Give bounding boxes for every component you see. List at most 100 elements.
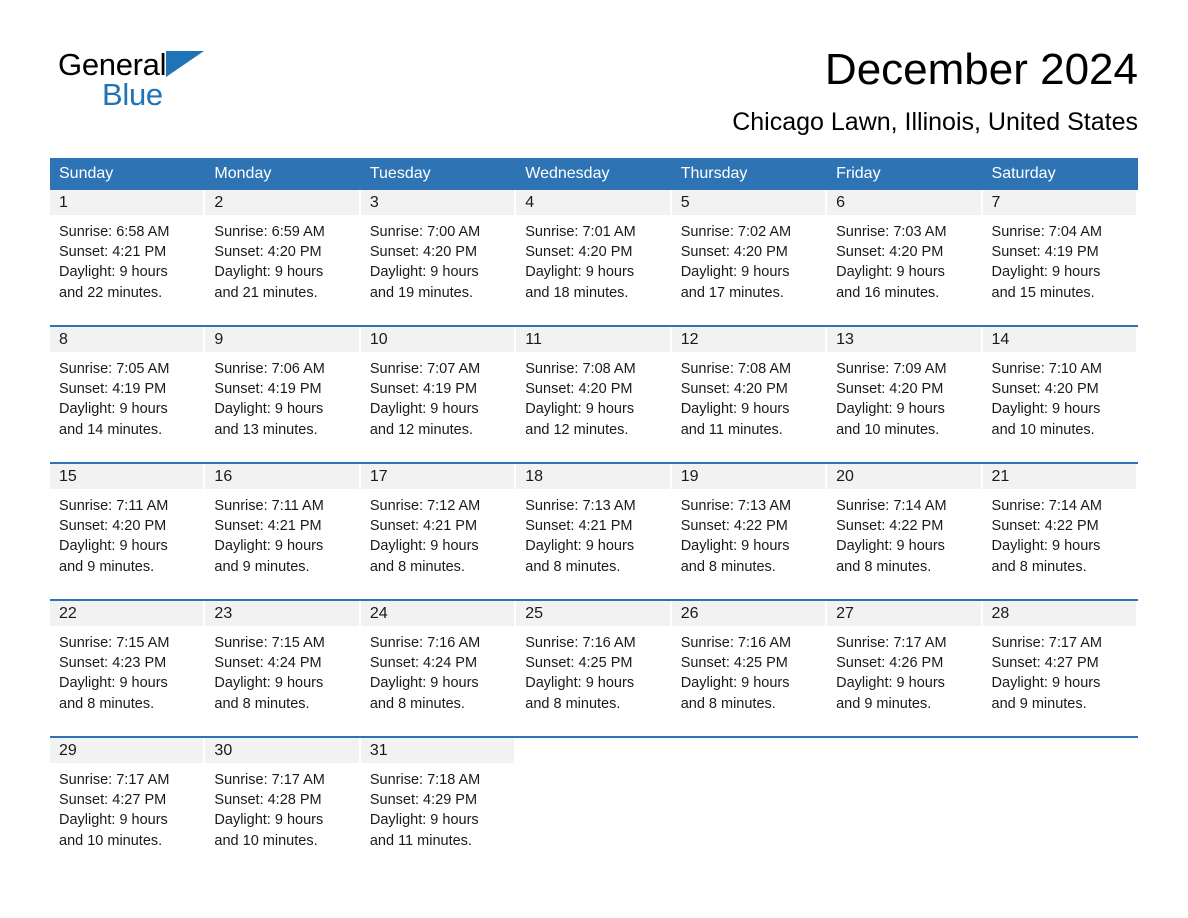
day-sunset-text: Sunset: 4:20 PM xyxy=(836,244,944,261)
day-sunset-text: Sunset: 4:23 PM xyxy=(59,655,167,672)
day-cell-inner: 22 Sunrise: 7:15 AM Sunset: 4:23 PM Dayligh… xyxy=(50,601,204,734)
calendar-day-cell[interactable]: 6 Sunrise: 7:03 AM Sunset: 4:20 PM Daylight… xyxy=(827,190,983,326)
calendar-day-cell[interactable]: 7 Sunrise: 7:04 AM Sunset: 4:19 PM Daylight… xyxy=(982,190,1138,326)
calendar-day-cell[interactable]: 22 Sunrise: 7:15 AM Sunset: 4:23 PM Dayligh… xyxy=(50,599,206,737)
calendar-day-cell[interactable]: 3 Sunrise: 7:00 AM Sunset: 4:20 PM Daylight… xyxy=(360,190,517,326)
calendar-day-cell[interactable]: 9 Sunrise: 7:06 AM Sunset: 4:19 PM Daylight… xyxy=(205,325,361,463)
day-cell-details: Sunrise: 7:00 AM Sunset: 4:20 PM Daylight:… xyxy=(361,215,514,303)
day-daylight-line2-text: and 8 minutes. xyxy=(525,558,621,575)
day-sunrise-text: Sunrise: 7:09 AM xyxy=(836,361,947,377)
day-cell-details xyxy=(516,763,669,770)
day-sunrise-text: Sunrise: 7:01 AM xyxy=(525,224,636,240)
day-cell-details: Sunrise: 6:59 AM Sunset: 4:20 PM Daylight:… xyxy=(205,215,358,303)
day-sunset-text: Sunset: 4:24 PM xyxy=(214,655,322,672)
day-cell-details: Sunrise: 7:15 AM Sunset: 4:24 PM Daylight:… xyxy=(205,626,358,714)
day-number: 19 xyxy=(671,464,826,489)
day-sunrise-text: Sunrise: 7:16 AM xyxy=(680,635,792,651)
day-cell-details: Sunrise: 7:10 AM Sunset: 4:20 PM Daylight:… xyxy=(983,352,1136,440)
day-sunrise-text: Sunrise: 7:15 AM xyxy=(59,635,170,651)
calendar-day-cell xyxy=(827,736,983,873)
day-cell-inner: 8 Sunrise: 7:05 AM Sunset: 4:19 PM Daylight… xyxy=(50,327,204,460)
calendar-day-cell[interactable]: 5 Sunrise: 7:02 AM Sunset: 4:20 PM Daylight… xyxy=(671,190,828,326)
calendar-day-cell[interactable]: 25 Sunrise: 7:16 AM Sunset: 4:25 PM Dayligh… xyxy=(516,599,672,737)
day-daylight-line2-text: and 8 minutes. xyxy=(59,695,155,712)
day-sunset-text: Sunset: 4:20 PM xyxy=(214,244,322,261)
day-sunset-text: Sunset: 4:20 PM xyxy=(680,381,788,398)
day-cell-inner: 4 Sunrise: 7:01 AM Sunset: 4:20 PM Daylight… xyxy=(516,190,670,323)
day-number: 6 xyxy=(827,190,981,215)
day-sunrise-text: Sunrise: 7:03 AM xyxy=(836,224,947,240)
calendar-day-cell[interactable]: 20 Sunrise: 7:14 AM Sunset: 4:22 PM Dayligh… xyxy=(827,462,983,600)
calendar-day-cell[interactable]: 30 Sunrise: 7:17 AM Sunset: 4:28 PM Dayligh… xyxy=(205,736,361,873)
calendar-table: Sunday Monday Tuesday Wednesday Thursday… xyxy=(50,158,1138,873)
day-daylight-line1-text: Daylight: 9 hours xyxy=(214,401,324,418)
calendar-day-cell[interactable]: 31 Sunrise: 7:18 AM Sunset: 4:29 PM Dayligh… xyxy=(360,736,517,873)
day-sunrise-text: Sunrise: 7:08 AM xyxy=(525,361,636,377)
calendar-day-cell[interactable]: 15 Sunrise: 7:11 AM Sunset: 4:20 PM Dayligh… xyxy=(50,462,206,600)
calendar-day-cell[interactable]: 29 Sunrise: 7:17 AM Sunset: 4:27 PM Dayligh… xyxy=(50,736,206,873)
calendar-day-cell[interactable]: 23 Sunrise: 7:15 AM Sunset: 4:24 PM Dayligh… xyxy=(205,599,361,737)
calendar-day-cell[interactable]: 8 Sunrise: 7:05 AM Sunset: 4:19 PM Daylight… xyxy=(50,325,206,463)
day-daylight-line1-text: Daylight: 9 hours xyxy=(214,812,324,829)
day-number: 22 xyxy=(50,601,204,626)
day-number: 8 xyxy=(50,327,204,352)
calendar-day-cell[interactable]: 24 Sunrise: 7:16 AM Sunset: 4:24 PM Dayligh… xyxy=(360,599,517,737)
day-cell-inner: 13 Sunrise: 7:09 AM Sunset: 4:20 PM Dayligh… xyxy=(827,327,981,460)
day-number: 9 xyxy=(205,327,359,352)
day-daylight-line2-text: and 8 minutes. xyxy=(369,558,465,575)
day-sunset-text: Sunset: 4:19 PM xyxy=(991,244,1099,261)
calendar-body: 1 Sunrise: 6:58 AM Sunset: 4:21 PM Daylight… xyxy=(50,190,1138,873)
day-daylight-line1-text: Daylight: 9 hours xyxy=(59,812,168,829)
calendar-page: General Blue December 2024 Chicago Lawn,… xyxy=(0,0,1188,918)
day-cell-details: Sunrise: 7:06 AM Sunset: 4:19 PM Daylight:… xyxy=(205,352,358,440)
general-blue-logo: General Blue xyxy=(58,48,318,118)
day-daylight-line2-text: and 12 minutes. xyxy=(369,421,474,438)
day-daylight-line1-text: Daylight: 9 hours xyxy=(836,401,945,418)
day-daylight-line1-text: Daylight: 9 hours xyxy=(59,538,168,555)
calendar-day-cell[interactable]: 18 Sunrise: 7:13 AM Sunset: 4:21 PM Dayligh… xyxy=(516,462,672,600)
calendar-day-cell[interactable]: 17 Sunrise: 7:12 AM Sunset: 4:21 PM Dayligh… xyxy=(360,462,517,600)
day-cell-inner: 28 Sunrise: 7:17 AM Sunset: 4:27 PM Dayligh… xyxy=(982,601,1136,734)
day-sunrise-text: Sunrise: 6:59 AM xyxy=(214,224,325,240)
calendar-day-cell[interactable]: 11 Sunrise: 7:08 AM Sunset: 4:20 PM Dayligh… xyxy=(516,325,672,463)
day-sunset-text: Sunset: 4:25 PM xyxy=(525,655,633,672)
day-cell-inner: 23 Sunrise: 7:15 AM Sunset: 4:24 PM Dayligh… xyxy=(205,601,359,734)
day-cell-details: Sunrise: 7:01 AM Sunset: 4:20 PM Daylight:… xyxy=(516,215,669,303)
calendar-day-cell[interactable]: 4 Sunrise: 7:01 AM Sunset: 4:20 PM Daylight… xyxy=(516,190,672,326)
day-number: 14 xyxy=(982,327,1136,352)
day-daylight-line2-text: and 10 minutes. xyxy=(991,421,1095,438)
calendar-day-cell[interactable]: 2 Sunrise: 6:59 AM Sunset: 4:20 PM Daylight… xyxy=(205,190,361,326)
calendar-day-cell[interactable]: 16 Sunrise: 7:11 AM Sunset: 4:21 PM Dayligh… xyxy=(205,462,361,600)
day-cell-inner: 10 Sunrise: 7:07 AM Sunset: 4:19 PM Dayligh… xyxy=(360,327,515,460)
calendar-week-row: 29 Sunrise: 7:17 AM Sunset: 4:27 PM Dayligh… xyxy=(50,736,1138,873)
calendar-day-cell[interactable]: 21 Sunrise: 7:14 AM Sunset: 4:22 PM Dayligh… xyxy=(982,462,1138,600)
page-header: General Blue December 2024 Chicago Lawn,… xyxy=(0,0,1188,136)
day-number: 2 xyxy=(205,190,359,215)
day-sunset-text: Sunset: 4:28 PM xyxy=(214,792,322,809)
logo-line-2: Blue xyxy=(102,78,318,112)
day-cell-details: Sunrise: 7:02 AM Sunset: 4:20 PM Daylight:… xyxy=(672,215,825,303)
day-number: 29 xyxy=(50,738,204,763)
calendar-day-cell[interactable]: 10 Sunrise: 7:07 AM Sunset: 4:19 PM Dayligh… xyxy=(360,325,517,463)
calendar-day-cell[interactable]: 26 Sunrise: 7:16 AM Sunset: 4:25 PM Dayligh… xyxy=(671,599,828,737)
calendar-day-cell[interactable]: 19 Sunrise: 7:13 AM Sunset: 4:22 PM Dayligh… xyxy=(671,462,828,600)
day-number: 23 xyxy=(205,601,359,626)
calendar-day-cell[interactable]: 14 Sunrise: 7:10 AM Sunset: 4:20 PM Dayligh… xyxy=(982,325,1138,463)
day-daylight-line2-text: and 16 minutes. xyxy=(836,284,940,301)
calendar-day-cell[interactable]: 13 Sunrise: 7:09 AM Sunset: 4:20 PM Dayligh… xyxy=(827,325,983,463)
day-cell-details: Sunrise: 6:58 AM Sunset: 4:21 PM Daylight:… xyxy=(50,215,203,303)
day-sunset-text: Sunset: 4:27 PM xyxy=(59,792,167,809)
calendar-day-cell[interactable]: 1 Sunrise: 6:58 AM Sunset: 4:21 PM Daylight… xyxy=(50,190,206,326)
day-daylight-line2-text: and 18 minutes. xyxy=(525,284,629,301)
calendar-day-cell[interactable]: 27 Sunrise: 7:17 AM Sunset: 4:26 PM Dayligh… xyxy=(827,599,983,737)
calendar-day-cell[interactable]: 28 Sunrise: 7:17 AM Sunset: 4:27 PM Dayligh… xyxy=(982,599,1138,737)
day-daylight-line1-text: Daylight: 9 hours xyxy=(59,264,168,281)
day-cell-inner: 25 Sunrise: 7:16 AM Sunset: 4:25 PM Dayligh… xyxy=(516,601,670,734)
day-cell-inner: 3 Sunrise: 7:00 AM Sunset: 4:20 PM Daylight… xyxy=(360,190,515,323)
day-sunrise-text: Sunrise: 7:14 AM xyxy=(991,498,1102,514)
day-sunset-text: Sunset: 4:20 PM xyxy=(59,518,167,535)
weekday-header-wednesday: Wednesday xyxy=(516,158,672,190)
day-cell-inner: 9 Sunrise: 7:06 AM Sunset: 4:19 PM Daylight… xyxy=(205,327,359,460)
calendar-day-cell xyxy=(516,736,672,873)
calendar-day-cell[interactable]: 12 Sunrise: 7:08 AM Sunset: 4:20 PM Dayligh… xyxy=(671,325,828,463)
